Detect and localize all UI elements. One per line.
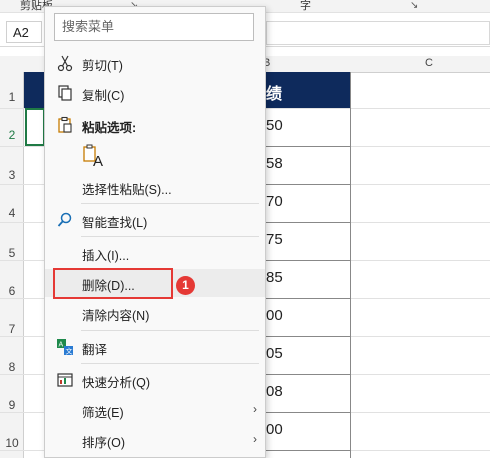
menu-item-translate[interactable]: A 文 翻译 [45, 333, 265, 361]
menu-item-label: 排序(O) [82, 436, 126, 450]
row-header-8[interactable]: 8 [0, 360, 24, 374]
table-cell[interactable]: 58 [266, 155, 283, 172]
annotation-highlight [53, 268, 173, 299]
menu-item-filter[interactable]: 筛选(E) › [45, 396, 265, 424]
translate-icon: A 文 [57, 339, 73, 356]
clipboard-icon [58, 116, 72, 133]
paste-option-glyph: A [93, 153, 104, 170]
table-cell[interactable]: 08 [266, 383, 283, 400]
annotation-step-badge: 1 [176, 276, 195, 295]
table-border [266, 146, 350, 147]
menu-item-label: 智能查找(L) [82, 216, 148, 230]
table-border [266, 222, 350, 223]
table-header-label: 绩 [266, 86, 283, 103]
chevron-right-icon: › [253, 432, 257, 446]
context-menu: 搜索菜单 剪切(T) 复制(C) 粘贴选项: A 选择性粘贴(S)... 智能查… [44, 6, 266, 458]
table-border [266, 298, 350, 299]
table-cell[interactable]: 00 [266, 421, 283, 438]
table-cell[interactable]: 00 [266, 307, 283, 324]
ribbon-font-group[interactable]: 字 [300, 0, 311, 13]
menu-separator [81, 330, 259, 331]
table-cell[interactable]: 05 [266, 345, 283, 362]
row-header-4[interactable]: 4 [0, 206, 24, 220]
table-cell[interactable]: 70 [266, 193, 283, 210]
row-header-2[interactable]: 2 [0, 128, 24, 142]
row-header-5[interactable]: 5 [0, 246, 24, 260]
menu-item-label: 粘贴选项: [82, 121, 137, 135]
row-header-6[interactable]: 6 [0, 284, 24, 298]
table-border [266, 374, 350, 375]
name-box[interactable]: A2 [6, 21, 42, 43]
table-border [266, 184, 350, 185]
menu-separator [81, 363, 259, 364]
selected-cell[interactable] [25, 108, 45, 146]
menu-item-copy[interactable]: 复制(C) [45, 79, 265, 107]
table-border [266, 336, 350, 337]
scissors-icon [57, 55, 73, 72]
menu-item-label: 插入(I)... [82, 249, 130, 263]
menu-item-label: 快速分析(Q) [82, 376, 151, 390]
row-header-3[interactable]: 3 [0, 168, 24, 182]
menu-item-quick-analysis[interactable]: 快速分析(Q) [45, 366, 265, 394]
row-header-7[interactable]: 7 [0, 322, 24, 336]
menu-item-label: 清除内容(N) [82, 309, 150, 323]
row-header-9[interactable]: 9 [0, 398, 24, 412]
svg-text:A: A [59, 342, 64, 349]
menu-separator [81, 203, 259, 204]
table-cell[interactable]: 50 [266, 117, 283, 134]
copy-icon [58, 85, 72, 101]
menu-item-label: 复制(C) [82, 89, 125, 103]
menu-item-label: 翻译 [82, 343, 108, 357]
formula-input[interactable] [266, 21, 490, 45]
ribbon-launcher-icon[interactable]: ↘ [410, 0, 418, 11]
menu-item-paste-options: 粘贴选项: [45, 111, 265, 139]
menu-item-paste-special[interactable]: 选择性粘贴(S)... [45, 173, 265, 201]
search-icon [57, 212, 72, 227]
table-border [266, 412, 350, 413]
menu-item-sort[interactable]: 排序(O) › [45, 426, 265, 454]
menu-separator [81, 236, 259, 237]
column-header-c[interactable]: C [425, 57, 433, 69]
menu-item-label: 筛选(E) [82, 406, 124, 420]
menu-item-smart-lookup[interactable]: 智能查找(L) [45, 206, 265, 234]
chevron-right-icon: › [253, 402, 257, 416]
quick-analysis-icon [57, 373, 73, 387]
menu-search-input[interactable]: 搜索菜单 [54, 13, 254, 41]
table-header-cell[interactable] [24, 72, 44, 108]
menu-item-cut[interactable]: 剪切(T) [45, 49, 265, 77]
row-header-10[interactable]: 10 [0, 436, 24, 450]
table-cell[interactable]: 85 [266, 269, 283, 286]
svg-text:文: 文 [66, 347, 73, 356]
table-cell[interactable]: 75 [266, 231, 283, 248]
paste-keep-text-only-button[interactable]: A [81, 141, 107, 171]
menu-item-label: 剪切(T) [82, 59, 123, 73]
table-border [266, 450, 350, 451]
row-header-1[interactable]: 1 [0, 90, 24, 104]
table-border [350, 72, 351, 458]
menu-item-label: 选择性粘贴(S)... [82, 183, 172, 197]
menu-item-clear-contents[interactable]: 清除内容(N) [45, 299, 265, 327]
menu-item-insert[interactable]: 插入(I)... [45, 239, 265, 267]
table-border [266, 260, 350, 261]
